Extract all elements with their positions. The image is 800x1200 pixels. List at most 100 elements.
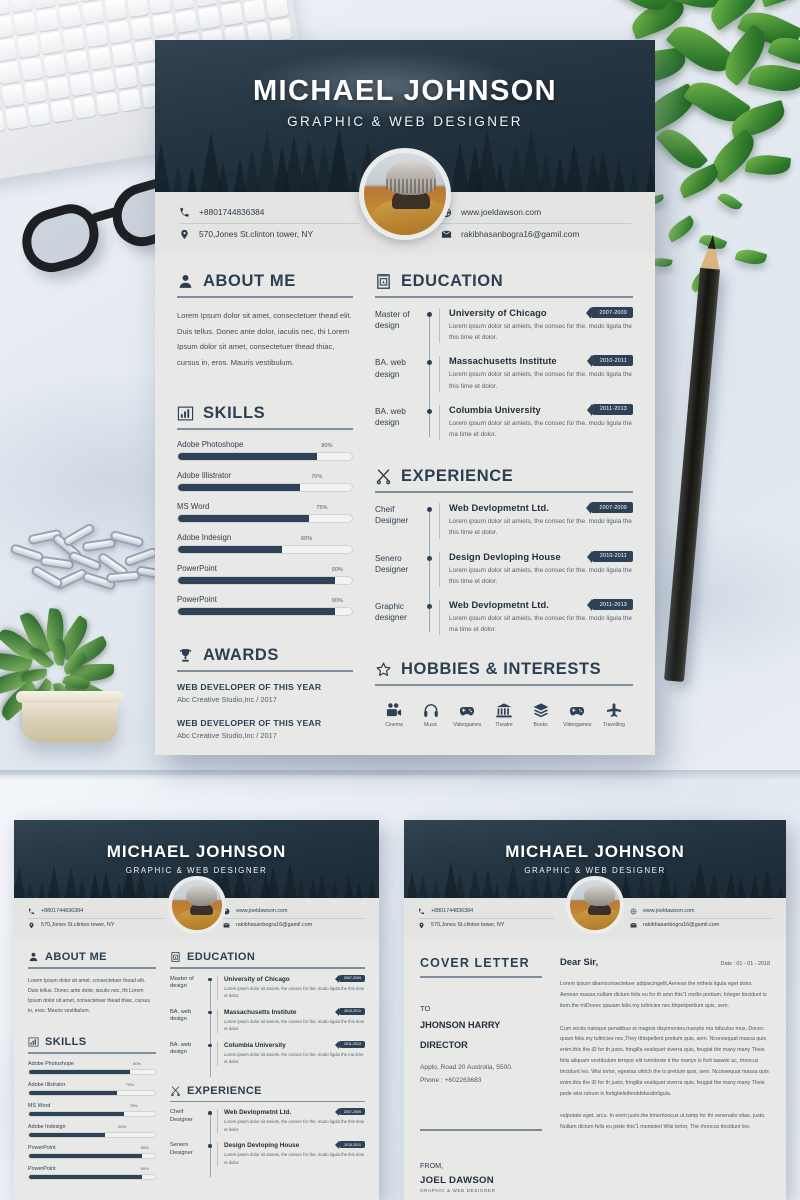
cover-letter-paragraph: Lorem ipsum diiamconsectetuer adipiscing… [560,979,770,1012]
skill-percent: 80% [133,1061,141,1066]
cover-letter-thumbnail-preview[interactable]: MICHAEL JOHNSON GRAPHIC & WEB DESIGNER +… [404,820,786,1200]
resume-right-column: EDUCATION Master of design 2007-2009 Unive… [375,272,633,754]
skill-bar [28,1111,156,1117]
skill-row: Adobe Illistrator 70% [177,471,353,492]
skill-bar [177,452,353,461]
skill-row: Adobe Indesign 60% [28,1124,156,1138]
skill-row: PowerPoint 90% [28,1166,156,1180]
timeline-date-badge: 2010-2011 [592,551,633,562]
thumb1-job-title: GRAPHIC & WEB DESIGNER [14,866,379,875]
timeline-dot [421,308,439,343]
thumb2-website-row: www.joeldawson.com [630,905,772,918]
skill-label: MS Word [28,1103,50,1109]
hobbies-list: Cinema Music Videogames Theatre Books Videoga… [375,696,633,728]
about-heading: ABOUT ME [203,272,296,291]
skill-label: MS Word [177,502,209,511]
cover-letter-divider [420,1129,542,1131]
timeline-entry-body: 2010-2011 Design Devloping House Lorem ips… [439,552,633,587]
timeline-entry-role: Senero Designer [170,1142,204,1166]
timeline-date-badge: 2007-2009 [591,307,633,318]
contact-address-row[interactable]: 570,Jones St.clinton tower, NY [179,223,359,245]
bank-building-icon [487,702,521,719]
awards-heading: AWARDS [203,646,279,665]
timeline-date-badge: 2007-2009 [339,1108,365,1115]
timeline-entry: BA. web design 2010-2011 Massachusetts Ins… [170,1009,365,1033]
thumb2-job-title: GRAPHIC & WEB DESIGNER [404,866,786,875]
skill-row: Adobe Photoshope 80% [177,440,353,461]
thumb1-experience-list: Cheif Designer 2007-2009 Web Devlopmetnt L… [170,1109,365,1166]
person-icon [28,951,39,963]
thumb2-email-text: rakibhasanbogra16@gamil.com [643,922,719,928]
timeline-entry-description: Lorem ipsum dolor sit amiets, the consec… [449,369,633,391]
scissors-icon [170,1085,181,1097]
timeline-date-badge: 2010-2011 [339,1141,365,1148]
timeline-entry-body: 2007-2009 Web Devlopmetnt Ltd. Lorem ipsum… [217,1109,365,1133]
contact-email-row[interactable]: rakibhasanbogra16@gamil.com [441,223,631,245]
timeline-entry-body: 2007-2009 University of Chicago Lorem ipsu… [217,976,365,1000]
skill-percent: 90% [141,1166,149,1171]
thumb1-skills-heading: SKILLS [45,1036,87,1048]
thumb2-website-text: www.joeldawson.com [643,908,695,914]
timeline-dot [421,600,439,635]
cover-letter-right-column: Dear Sir, Date : 01 - 01 - 2018 Lorem ip… [560,956,770,1193]
skill-row: Adobe Illistrator 70% [28,1082,156,1096]
timeline-date-badge: 2010-2011 [339,1008,365,1015]
timeline-date-badge: 2011-2013 [339,1041,365,1048]
education-heading: EDUCATION [401,272,503,291]
skill-label: Adobe Photoshope [177,440,243,449]
awards-list: WEB DEVELOPER OF THIS YEAR Abc Creative S… [177,682,353,740]
hobby-label: Travelling [597,722,631,728]
hobby-label: Music [414,722,448,728]
timeline-entry-role: BA. web design [170,1042,204,1066]
skill-bar-fill [29,1112,124,1116]
skill-bar-fill [29,1070,130,1074]
timeline-dot [204,1109,217,1133]
timeline-entry: Master of design 2007-2009 University of C… [375,308,633,343]
skill-bar-fill [29,1175,142,1179]
contact-left-group: +8801744836384 570,Jones St.clinton towe… [179,202,359,245]
timeline-entry: BA. web design 2011-2013 Columbia Universi… [375,405,633,440]
timeline-entry-description: Lorem ipsum dolor sit amiets, the consec… [449,321,633,343]
cover-letter-recipient-address: Applo, Road 20 Austrolia, 5500. [420,1061,542,1074]
timeline-entry: Cheif Designer 2007-2009 Web Devlopmetnt L… [170,1109,365,1133]
skill-bar-fill [29,1091,117,1095]
skills-rule [177,428,353,430]
experience-list: Cheif Designer 2007-2009 Web Devlopmetnt L… [375,503,633,635]
cover-letter-recipient-role: DIRECTOR [420,1039,542,1053]
thumb1-education-heading: EDUCATION [187,951,255,963]
skill-label: PowerPoint [177,564,217,573]
skill-percent: 75% [129,1103,137,1108]
gamepad-icon [560,702,594,719]
phone-icon [418,908,425,915]
resume-thumbnail-preview[interactable]: MICHAEL JOHNSON GRAPHIC & WEB DESIGNER +… [14,820,379,1200]
skill-label: Adobe Illistrator [28,1082,65,1088]
cover-letter-salutation: Dear Sir, [560,956,598,967]
timeline-entry-body: 2011-2013 Columbia University Lorem ipsum … [439,405,633,440]
contact-right-group: www.joeldawson.com rakibhasanbogra16@gam… [441,202,631,245]
skills-list: Adobe Photoshope 80% Adobe Illistrator 70% M… [177,440,353,616]
cover-letter-date: Date : 01 - 01 - 2018 [721,961,770,967]
contact-website-row[interactable]: www.joeldawson.com [441,202,631,223]
contact-phone-row[interactable]: +8801744836384 [179,202,359,223]
timeline-entry-body: 2010-2011 Design Devloping House Lorem ips… [217,1142,365,1166]
thumb1-name: MICHAEL JOHNSON [14,820,379,862]
timeline-entry-body: 2011-2013 Columbia University Lorem ipsum … [217,1042,365,1066]
headphones-icon [414,702,448,719]
timeline-entry: Master of design 2007-2009 University of C… [170,976,365,1000]
skill-percent: 70% [126,1082,134,1087]
education-list: Master of design 2007-2009 University of C… [375,308,633,440]
timeline-entry-role: BA. web design [170,1009,204,1033]
thumb1-website-text: www.joeldawson.com [236,908,288,914]
about-text: Lorem Ipsum dolor sit amet, consectetuer… [177,308,353,370]
timeline-entry-body: 2007-2009 Web Devlopmetnt Ltd. Lorem ipsum… [439,503,633,538]
paperclips-prop [10,528,160,606]
skill-bar [28,1090,156,1096]
skill-percent: 80% [321,443,332,449]
skill-label: Adobe Indesign [177,533,231,542]
hobby-item: Cinema [377,702,411,728]
contact-address-text: 570,Jones St.clinton tower, NY [199,229,313,239]
skill-percent: 90% [141,1145,149,1150]
star-icon [375,660,392,679]
experience-heading: EXPERIENCE [401,467,513,486]
timeline-entry-description: Lorem ipsum dolor sit amiets, the consec… [224,1151,365,1166]
